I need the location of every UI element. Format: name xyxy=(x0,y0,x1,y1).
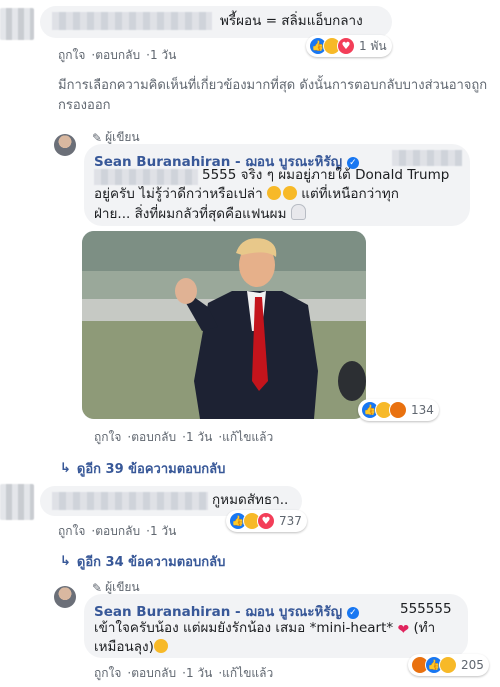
mention-redacted[interactable] xyxy=(392,150,462,166)
reply-text-line1: 555555 xyxy=(400,601,452,617)
love-reaction-icon: ♥ xyxy=(337,37,355,55)
reaction-summary[interactable]: 👍 134 xyxy=(358,399,439,421)
mention-redacted-2[interactable] xyxy=(94,169,198,185)
commenter-avatar[interactable] xyxy=(0,484,34,520)
reaction-count: 737 xyxy=(279,514,302,528)
commenter-avatar[interactable] xyxy=(0,8,34,40)
reply-text-line2: อยู่ครับ ไม่รู้ว่าดีกว่าหรือเปล่า แต่ที่… xyxy=(94,186,399,202)
reply-arrow-icon: ↳ xyxy=(60,461,71,476)
view-more-replies[interactable]: ↳ ดูอีก 39 ข้อความตอบกลับ xyxy=(60,458,225,479)
reply-text-line3: เหมือนลุง) xyxy=(94,638,168,657)
reaction-summary[interactable]: 👍 205 xyxy=(408,654,489,676)
verified-icon: ✓ xyxy=(346,607,359,619)
comment-text: พรี้ผอน = สลิ่มแอ็บกลาง xyxy=(220,13,363,29)
reaction-count: 205 xyxy=(461,658,484,672)
ghost-emoji xyxy=(290,204,306,220)
commenter-name-redacted[interactable] xyxy=(52,12,212,30)
reply-button[interactable]: ตอบกลับ xyxy=(95,524,140,538)
filter-notice: มีการเลือกความคิดเห็นที่เกี่ยวข้องมากที่… xyxy=(58,78,488,113)
reaction-summary[interactable]: 👍 ♥ 737 xyxy=(226,510,307,532)
reply-button[interactable]: ตอบกลับ xyxy=(131,666,176,680)
edited-label[interactable]: แก้ไขแล้ว xyxy=(222,430,273,444)
comment-actions: ถูกใจ ·ตอบกลับ ·1 วัน xyxy=(58,48,177,62)
author-avatar[interactable] xyxy=(54,134,76,156)
like-button[interactable]: ถูกใจ xyxy=(94,430,121,444)
timestamp[interactable]: 1 วัน xyxy=(186,430,212,444)
comment-actions: ถูกใจ ·ตอบกลับ ·1 วัน xyxy=(58,524,177,538)
like-button[interactable]: ถูกใจ xyxy=(94,666,121,680)
angry-reaction-icon xyxy=(389,401,407,419)
attached-photo[interactable] xyxy=(82,231,366,419)
reply-actions: ถูกใจ ·ตอบกลับ ·1 วัน ·แก้ไขแล้ว xyxy=(94,430,274,444)
view-more-replies[interactable]: ↳ ดูอีก 34 ข้อความตอบกลับ xyxy=(60,551,225,572)
comment-text: กูหมดสัทธา.. xyxy=(212,492,289,508)
like-button[interactable]: ถูกใจ xyxy=(58,524,85,538)
reply-text-line1: 5555 จริง ๆ ผมอยู่ภายใต้ Donald Trump xyxy=(202,167,450,183)
commenter-name-redacted[interactable] xyxy=(52,492,208,510)
timestamp[interactable]: 1 วัน xyxy=(150,48,176,62)
reply-text-line2: เข้าใจครับน้อง แต่ผมยังรักน้อง เสมอ *min… xyxy=(94,620,436,638)
reply-actions: ถูกใจ ·ตอบกลับ ·1 วัน ·แก้ไขแล้ว xyxy=(94,666,274,680)
haha-reaction-icon xyxy=(439,656,457,674)
timestamp[interactable]: 1 วัน xyxy=(150,524,176,538)
laughing-emoji xyxy=(153,639,168,653)
author-avatar[interactable] xyxy=(54,586,76,608)
pencil-icon: ✎ xyxy=(92,580,103,595)
reaction-count: 134 xyxy=(411,403,434,417)
reply-button[interactable]: ตอบกลับ xyxy=(131,430,176,444)
reply-arrow-icon: ↳ xyxy=(60,554,71,569)
pencil-icon: ✎ xyxy=(92,130,103,145)
reply-button[interactable]: ตอบกลับ xyxy=(95,48,140,62)
heart-emoji: ❤ xyxy=(397,622,410,638)
laughing-emoji xyxy=(282,186,297,200)
timestamp[interactable]: 1 วัน xyxy=(186,666,212,680)
trump-photo xyxy=(82,231,366,419)
reaction-summary[interactable]: 👍 ♥ 1 พัน xyxy=(306,35,392,57)
edited-label[interactable]: แก้ไขแล้ว xyxy=(222,666,273,680)
laughing-emoji xyxy=(266,186,281,200)
reaction-count: 1 พัน xyxy=(359,38,387,53)
reply-text-line3: ฝ่าย... สิ่งที่ผมกลัวที่สุดคือแฟนผม xyxy=(94,204,306,224)
love-reaction-icon: ♥ xyxy=(257,512,275,530)
like-button[interactable]: ถูกใจ xyxy=(58,48,85,62)
